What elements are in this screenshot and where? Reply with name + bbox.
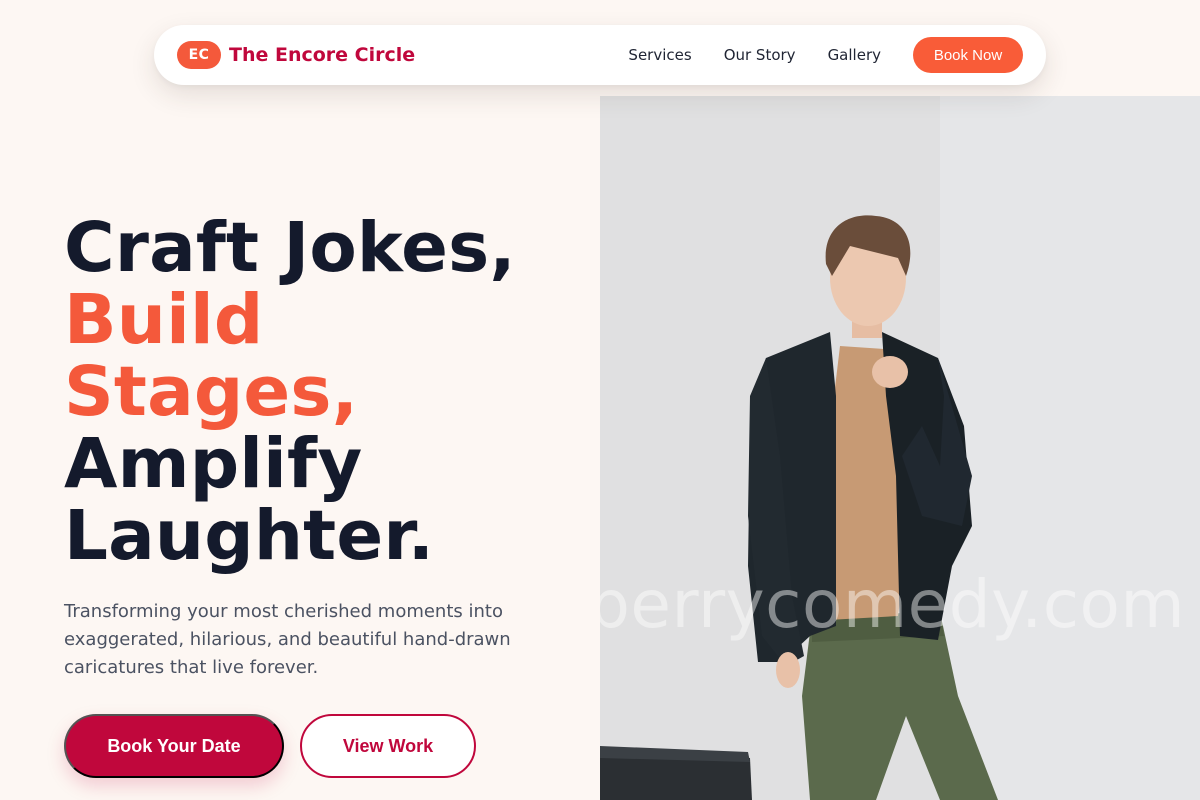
headline-line-1: Craft Jokes,	[64, 208, 516, 288]
view-work-button[interactable]: View Work	[300, 714, 476, 778]
headline-line-4: Amplify	[64, 424, 363, 504]
nav-link-gallery[interactable]: Gallery	[828, 46, 881, 64]
book-now-button[interactable]: Book Now	[913, 37, 1023, 73]
headline-line-3: Stages,	[64, 352, 359, 432]
logo-badge: EC	[177, 41, 221, 69]
hero-headline: Craft Jokes, Build Stages, Amplify Laugh…	[64, 212, 594, 572]
nav-link-services[interactable]: Services	[628, 46, 691, 64]
navbar: EC The Encore Circle Services Our Story …	[154, 25, 1046, 85]
nav-link-our-story[interactable]: Our Story	[724, 46, 796, 64]
hero-image: berrycomedy.com	[600, 96, 1200, 800]
hero-subtitle: Transforming your most cherished moments…	[64, 601, 511, 678]
hero-illustration	[600, 96, 1200, 800]
nav-links: Services Our Story Gallery Book Now	[628, 37, 1023, 73]
image-watermark: berrycomedy.com	[600, 566, 1186, 643]
headline-line-5: Laughter.	[64, 496, 435, 576]
book-your-date-button[interactable]: Book Your Date	[64, 714, 284, 778]
brand-logo[interactable]: EC The Encore Circle	[177, 41, 415, 69]
headline-line-2: Build	[64, 280, 264, 360]
brand-name: The Encore Circle	[229, 44, 416, 66]
